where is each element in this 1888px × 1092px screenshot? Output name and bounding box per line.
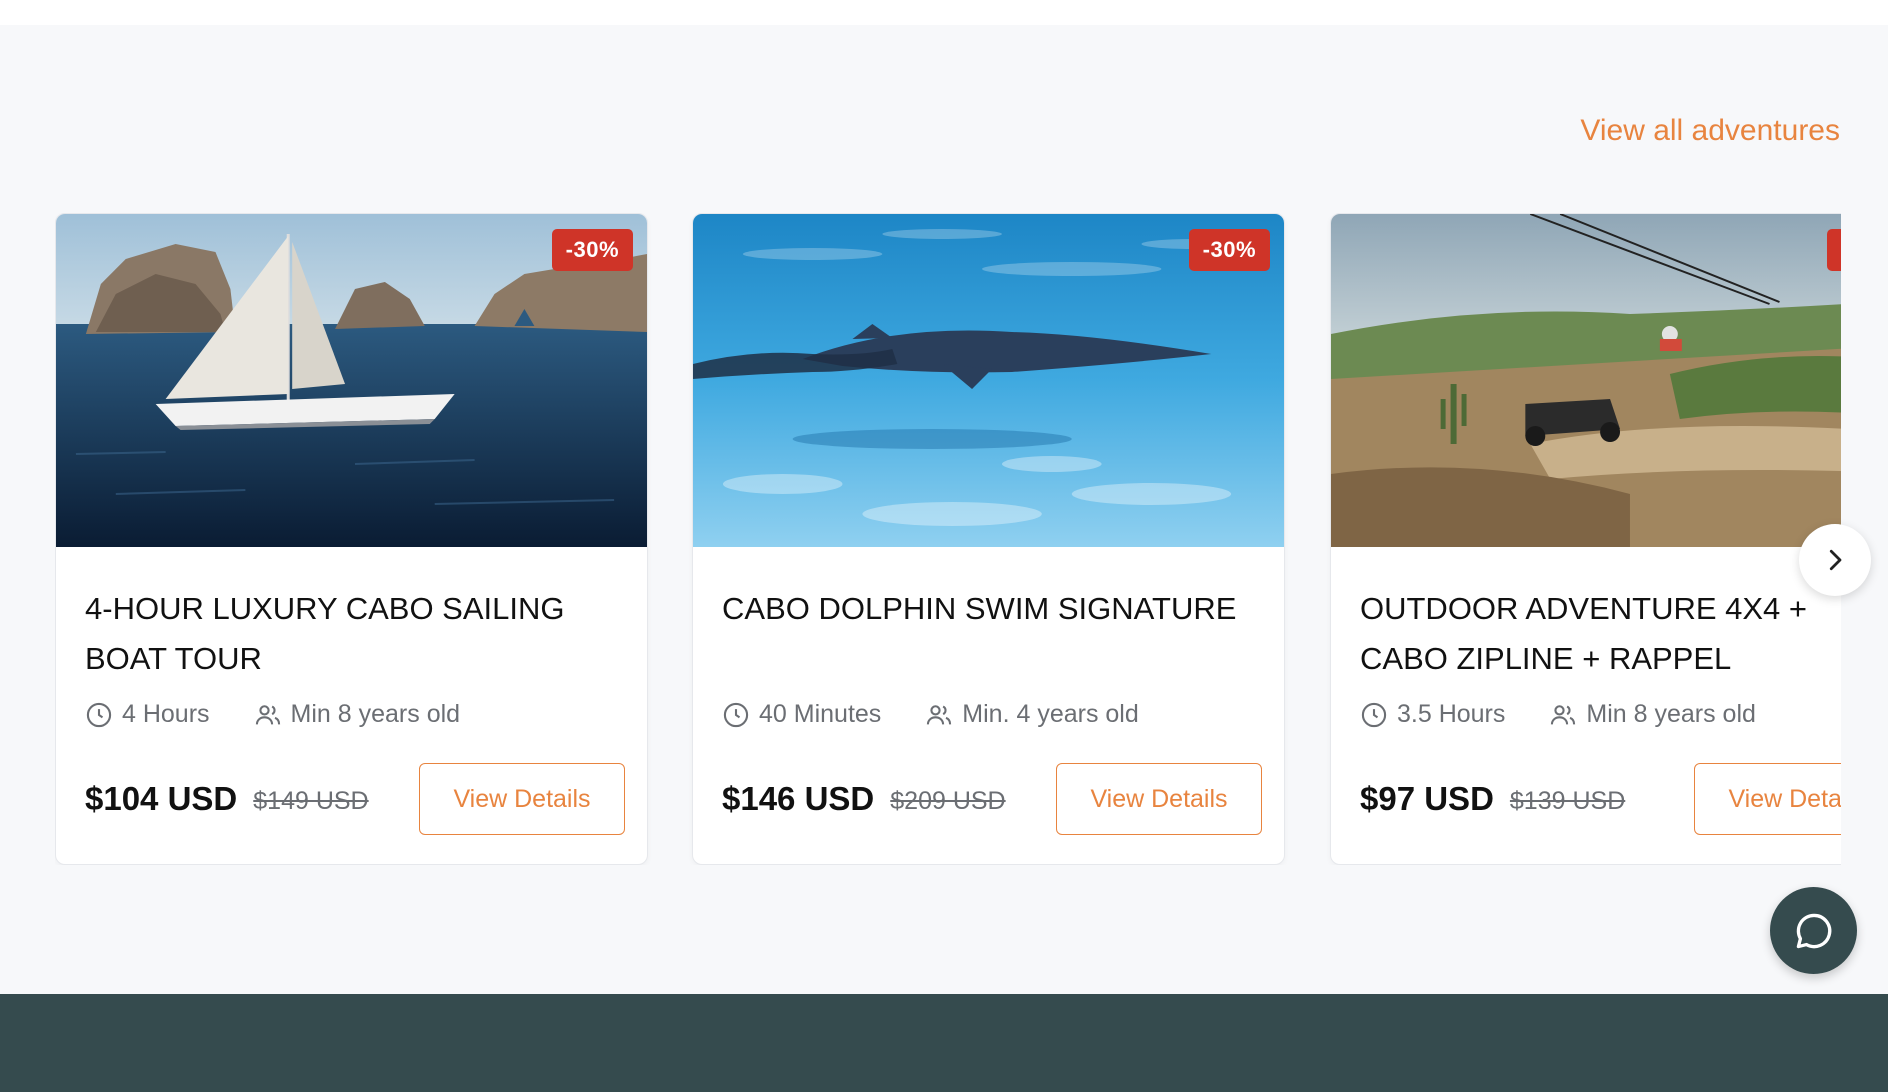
- duration-text: 40 Minutes: [759, 700, 882, 728]
- card-title: OUTDOOR ADVENTURE 4X4 + CABO ZIPLINE + R…: [1360, 591, 1808, 676]
- view-details-button[interactable]: View Details: [419, 763, 625, 835]
- duration-text: 3.5 Hours: [1397, 700, 1506, 728]
- chat-bubble-icon: [1796, 913, 1831, 948]
- carousel-next-button[interactable]: [1799, 524, 1871, 596]
- discount-badge: -30%: [1188, 229, 1270, 271]
- zipline-atv-photo: -30%: [1331, 214, 1841, 547]
- price: $97 USD: [1360, 780, 1494, 817]
- view-all-adventures-link[interactable]: View all adventures: [1580, 114, 1840, 148]
- age-text: Min 8 years old: [290, 700, 461, 728]
- old-price: $149 USD: [253, 786, 369, 815]
- age-text: Min 8 years old: [1586, 700, 1756, 728]
- page: View all adventures -30% 4-HOUR LUXURY C…: [0, 0, 1888, 1092]
- old-price: $139 USD: [1509, 786, 1626, 815]
- chevron-right-icon: [1829, 549, 1842, 571]
- clock-icon: [1361, 702, 1387, 727]
- adventure-card[interactable]: -30% CABO DOLPHIN SWIM SIGNATURE 40 Minu…: [692, 213, 1285, 865]
- card-title: CABO DOLPHIN SWIM SIGNATURE: [722, 591, 1237, 626]
- users-icon: [255, 704, 280, 724]
- dolphin-photo: -30%: [693, 214, 1284, 547]
- age-text: Min. 4 years old: [962, 700, 1139, 728]
- card-meta: 3.5 Hours Min 8 years old: [1360, 700, 1800, 729]
- min-age: Min 8 years old: [1549, 700, 1756, 729]
- card-title: 4-HOUR LUXURY CABO SAILING BOAT TOUR: [85, 591, 565, 676]
- min-age: Min. 4 years old: [925, 700, 1139, 729]
- chat-button[interactable]: [1770, 887, 1857, 974]
- card-meta: 40 Minutes Min. 4 years old: [722, 700, 1183, 729]
- price-row: $97 USD $139 USD View Details: [1360, 763, 1841, 835]
- duration: 4 Hours: [85, 700, 210, 729]
- discount-badge: -30%: [1826, 229, 1841, 271]
- duration: 3.5 Hours: [1360, 700, 1505, 729]
- users-icon: [927, 704, 952, 724]
- adventures-carousel: -30% 4-HOUR LUXURY CABO SAILING BOAT TOU…: [55, 213, 1841, 865]
- price: $146 USD: [722, 780, 875, 817]
- price: $104 USD: [85, 780, 238, 817]
- clock-icon: [86, 702, 112, 727]
- footer-band: [0, 994, 1888, 1092]
- users-icon: [1551, 704, 1576, 724]
- duration-text: 4 Hours: [122, 700, 210, 728]
- view-details-button[interactable]: View Details: [1056, 763, 1262, 835]
- adventure-card[interactable]: -30% 4-HOUR LUXURY CABO SAILING BOAT TOU…: [55, 213, 648, 865]
- duration: 40 Minutes: [722, 700, 881, 729]
- old-price: $209 USD: [890, 786, 1006, 815]
- discount-badge: -30%: [551, 229, 633, 271]
- view-details-button[interactable]: View Details: [1694, 763, 1841, 835]
- price-row: $146 USD $209 USD View Details: [722, 763, 1262, 835]
- min-age: Min 8 years old: [254, 700, 461, 729]
- adventure-card[interactable]: -30% OUTDOOR ADVENTURE 4X4 + CABO ZIPLIN…: [1330, 213, 1841, 865]
- sailboat-photo: -30%: [56, 214, 647, 547]
- card-meta: 4 Hours Min 8 years old: [85, 700, 504, 729]
- clock-icon: [723, 702, 749, 727]
- top-strip: [0, 0, 1888, 25]
- price-row: $104 USD $149 USD View Details: [85, 763, 625, 835]
